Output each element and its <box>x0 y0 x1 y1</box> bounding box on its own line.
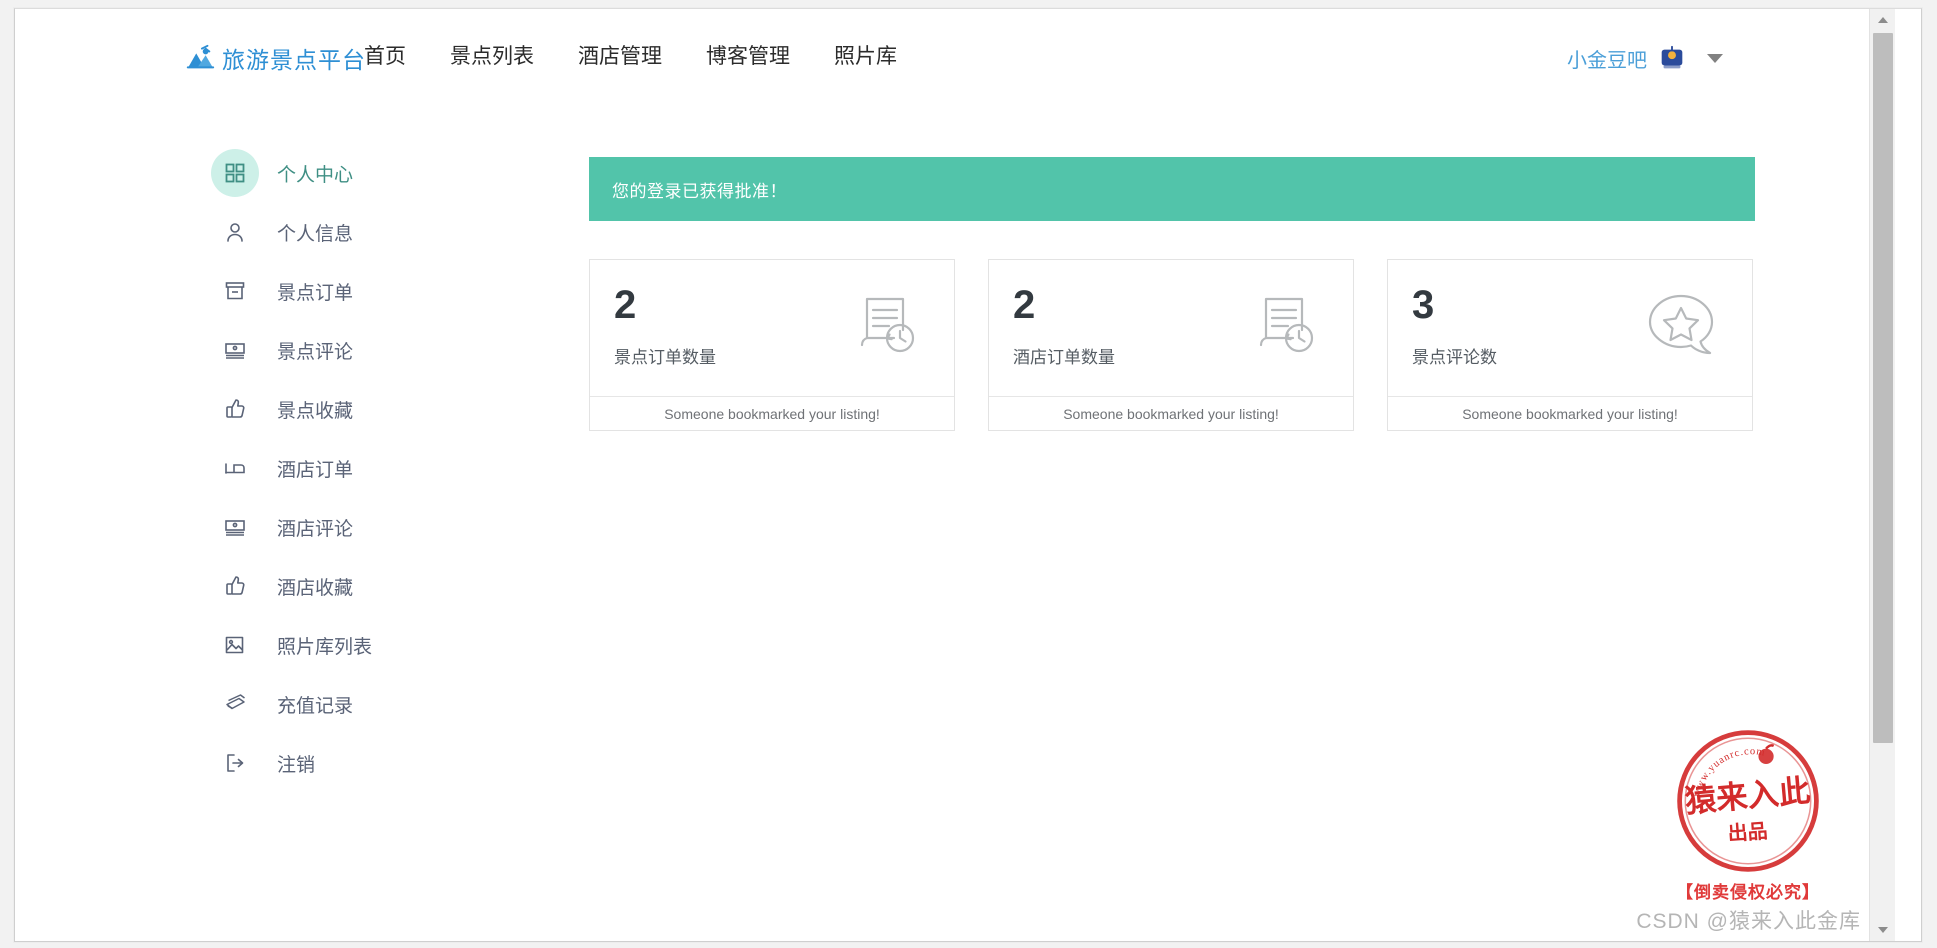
stat-label: 景点订单数量 <box>614 348 716 367</box>
stat-value: 2 <box>614 283 636 327</box>
mountain-logo-icon <box>185 43 215 73</box>
stat-text-block: 2 酒店订单数量 <box>1013 282 1115 368</box>
stat-card-attraction-orders[interactable]: 2 景点订单数量 Someone bookmarked your listing… <box>589 259 955 431</box>
watermark-warning-text: 【倒卖侵权必究】 <box>1676 883 1820 903</box>
scroll-down-button[interactable] <box>1870 919 1895 941</box>
svg-text:www.yuanrc.com: www.yuanrc.com <box>1691 746 1766 798</box>
document-history-icon <box>848 286 922 360</box>
sidebar-label: 酒店评论 <box>277 518 354 540</box>
sidebar-label: 注销 <box>277 754 316 776</box>
stat-card-footer: Someone bookmarked your listing! <box>590 396 954 430</box>
comment-card-icon <box>211 503 259 551</box>
page-surface: 旅游景点平台 首页 景点列表 酒店管理 博客管理 照片库 小金豆吧 个人中心 个… <box>14 8 1922 942</box>
scroll-up-button[interactable] <box>1870 9 1895 31</box>
status-banner-text: 您的登录已获得批准！ <box>612 181 787 201</box>
sidebar-label: 景点收藏 <box>277 400 354 422</box>
brand-logo-link[interactable]: 旅游景点平台 <box>185 41 366 75</box>
stat-value: 2 <box>1013 283 1035 327</box>
user-avatar-icon <box>1657 43 1687 73</box>
document-history-icon <box>1247 286 1321 360</box>
grid-icon <box>211 149 259 197</box>
sidebar-item-personal-info[interactable]: 个人信息 <box>211 208 481 256</box>
sidebar-label: 个人信息 <box>277 223 354 245</box>
stat-text-block: 3 景点评论数 <box>1412 282 1497 368</box>
logout-icon <box>211 739 259 787</box>
stat-card-hotel-orders[interactable]: 2 酒店订单数量 Someone bookmarked your listing… <box>988 259 1354 431</box>
stat-card-body: 2 景点订单数量 <box>590 260 954 396</box>
sidebar-item-attraction-comments[interactable]: 景点评论 <box>211 326 481 374</box>
scroll-thumb[interactable] <box>1873 33 1893 743</box>
svg-text:猿来入此: 猿来入此 <box>1684 773 1812 819</box>
stat-card-attraction-comments[interactable]: 3 景点评论数 Someone bookmarked your listing! <box>1387 259 1753 431</box>
chevron-down-icon[interactable] <box>1707 53 1723 63</box>
site-header: 旅游景点平台 首页 景点列表 酒店管理 博客管理 照片库 小金豆吧 <box>15 9 1869 103</box>
vertical-scrollbar[interactable] <box>1869 9 1895 941</box>
photo-icon <box>211 621 259 669</box>
status-banner: 您的登录已获得批准！ <box>589 157 1755 221</box>
user-icon <box>211 208 259 256</box>
credit-cards-icon <box>211 680 259 728</box>
sidebar-item-photo-gallery-list[interactable]: 照片库列表 <box>211 621 481 669</box>
sidebar-item-personal-center[interactable]: 个人中心 <box>211 149 481 197</box>
stat-label: 酒店订单数量 <box>1013 348 1115 367</box>
stat-text-block: 2 景点订单数量 <box>614 282 716 368</box>
profile-sidebar: 个人中心 个人信息 景点订单 景点评论 景点收藏 酒店订单 酒店评论 酒店收藏 … <box>211 149 481 798</box>
sidebar-label: 景点评论 <box>277 341 354 363</box>
stat-card-list: 2 景点订单数量 Someone bookmarked your listing… <box>589 259 1755 431</box>
page-viewport: 旅游景点平台 首页 景点列表 酒店管理 博客管理 照片库 小金豆吧 个人中心 个… <box>15 9 1895 941</box>
sidebar-label: 景点订单 <box>277 282 354 304</box>
nav-home[interactable]: 首页 <box>364 43 406 71</box>
sidebar-label: 酒店收藏 <box>277 577 354 599</box>
sidebar-item-hotel-comments[interactable]: 酒店评论 <box>211 503 481 551</box>
stat-card-footer: Someone bookmarked your listing! <box>989 396 1353 430</box>
sidebar-item-hotel-orders[interactable]: 酒店订单 <box>211 444 481 492</box>
nav-attraction-list[interactable]: 景点列表 <box>450 43 534 71</box>
sidebar-item-attraction-orders[interactable]: 景点订单 <box>211 267 481 315</box>
nav-hotel-management[interactable]: 酒店管理 <box>578 43 662 71</box>
main-content: 您的登录已获得批准！ 2 景点订单数量 Someone bookmarked y… <box>589 157 1755 431</box>
watermark-stamp: www.yuanrc.com 猿来入此 出品 【倒卖侵权必究】 <box>1643 725 1853 903</box>
svg-text:出品: 出品 <box>1727 820 1768 846</box>
stat-card-footer: Someone bookmarked your listing! <box>1388 396 1752 430</box>
stat-label: 景点评论数 <box>1412 348 1497 367</box>
stat-footer-text: Someone bookmarked your listing! <box>1462 405 1678 422</box>
sidebar-label: 照片库列表 <box>277 636 373 658</box>
sidebar-item-recharge-records[interactable]: 充值记录 <box>211 680 481 728</box>
thumbs-up-icon <box>211 385 259 433</box>
nav-blog-management[interactable]: 博客管理 <box>706 43 790 71</box>
yuanrc-seal-icon: www.yuanrc.com 猿来入此 出品 <box>1677 730 1819 872</box>
thumbs-up-icon <box>211 562 259 610</box>
sidebar-label: 个人中心 <box>277 164 354 186</box>
scroll-down-arrow-icon <box>1878 927 1888 933</box>
brand-title: 旅游景点平台 <box>222 47 366 73</box>
bed-icon <box>211 444 259 492</box>
sidebar-item-attraction-favorites[interactable]: 景点收藏 <box>211 385 481 433</box>
scroll-up-arrow-icon <box>1878 17 1888 23</box>
browser-frame: 旅游景点平台 首页 景点列表 酒店管理 博客管理 照片库 小金豆吧 个人中心 个… <box>0 0 1937 948</box>
stat-footer-text: Someone bookmarked your listing! <box>1063 405 1279 422</box>
nav-photo-gallery[interactable]: 照片库 <box>834 43 897 71</box>
main-navigation: 首页 景点列表 酒店管理 博客管理 照片库 <box>364 43 897 71</box>
user-name-label: 小金豆吧 <box>1567 49 1647 72</box>
sidebar-item-hotel-favorites[interactable]: 酒店收藏 <box>211 562 481 610</box>
stat-value: 3 <box>1412 283 1434 327</box>
archive-box-icon <box>211 267 259 315</box>
sidebar-item-logout[interactable]: 注销 <box>211 739 481 787</box>
stat-footer-text: Someone bookmarked your listing! <box>664 405 880 422</box>
stat-card-body: 3 景点评论数 <box>1388 260 1752 396</box>
sidebar-label: 酒店订单 <box>277 459 354 481</box>
user-menu[interactable]: 小金豆吧 <box>1567 43 1723 73</box>
stat-card-body: 2 酒店订单数量 <box>989 260 1353 396</box>
sidebar-label: 充值记录 <box>277 695 354 717</box>
star-comment-icon <box>1642 286 1720 364</box>
csdn-credit-text: CSDN @猿来入此金库 <box>1636 910 1861 933</box>
comment-card-icon <box>211 326 259 374</box>
